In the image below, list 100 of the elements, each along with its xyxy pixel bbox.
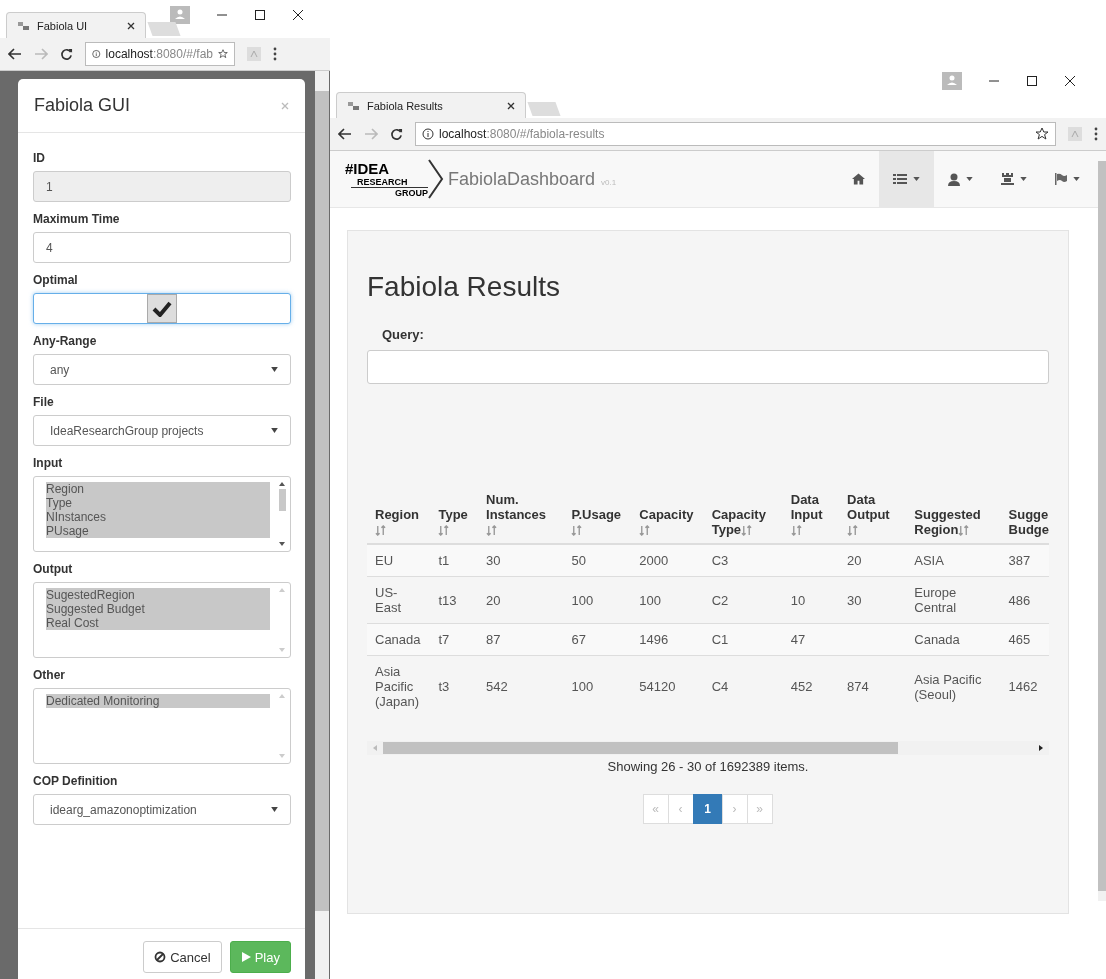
maximize-icon[interactable] xyxy=(254,9,266,21)
caret-icon xyxy=(1020,177,1027,181)
table-cell: 87 xyxy=(478,623,564,656)
forward-icon[interactable] xyxy=(34,48,48,60)
menu-icon[interactable] xyxy=(1094,127,1098,141)
table-cell: ASIA xyxy=(906,544,1001,577)
info-icon xyxy=(92,48,101,60)
table-cell: EU xyxy=(367,544,431,577)
caret-icon xyxy=(913,177,920,181)
caret-icon xyxy=(966,177,973,181)
logo-text: GROUP xyxy=(351,186,428,198)
menu-icon[interactable] xyxy=(273,47,277,61)
sort-icon[interactable] xyxy=(790,525,802,537)
table-cell: 1462 xyxy=(1000,655,1049,717)
right-arrow-icon[interactable] xyxy=(1039,745,1043,751)
new-tab-button[interactable] xyxy=(527,102,561,116)
brand-name[interactable]: FabiolaDashboard xyxy=(448,168,596,190)
reload-icon[interactable] xyxy=(60,47,73,61)
page-button[interactable]: 1 xyxy=(692,794,723,824)
caret-icon xyxy=(271,807,278,812)
table-cell: 387 xyxy=(1000,544,1049,577)
up-arrow-icon[interactable] xyxy=(279,482,285,486)
table-cell: 54120 xyxy=(631,655,704,717)
table-cell: 20 xyxy=(839,544,907,577)
table-cell: Asia Pacific (Japan) xyxy=(367,655,431,717)
list-option[interactable]: NInstances xyxy=(46,510,270,524)
dropdown[interactable]: any xyxy=(33,354,291,385)
star-icon[interactable] xyxy=(218,47,228,61)
field-label: Input xyxy=(33,456,64,470)
close-icon[interactable] xyxy=(1064,75,1076,87)
field-label: Any-Range xyxy=(33,334,98,348)
sort-icon[interactable] xyxy=(958,525,970,537)
field-label: Other xyxy=(33,668,66,682)
address-bar[interactable]: localhost:8080/#/fabiola-results xyxy=(415,122,1056,146)
reload-icon[interactable] xyxy=(390,127,403,141)
table-cell: C3 xyxy=(703,544,783,577)
sort-icon[interactable] xyxy=(375,525,386,537)
profile-icon[interactable] xyxy=(170,6,190,24)
table-cell: 465 xyxy=(1000,623,1049,656)
sort-icon[interactable] xyxy=(847,525,859,537)
star-icon[interactable] xyxy=(1035,127,1049,141)
table-cell: 1496 xyxy=(631,623,704,656)
dropdown[interactable]: idearg_amazonoptimization xyxy=(33,794,291,825)
table-cell: Canada xyxy=(906,623,1001,656)
new-tab-button[interactable] xyxy=(147,22,181,36)
app-icon xyxy=(17,19,31,32)
table-cell: 47 xyxy=(782,623,840,656)
sort-icon[interactable] xyxy=(438,525,450,537)
browser-tab[interactable]: Fabiola UI xyxy=(6,12,146,38)
left-arrow-icon[interactable] xyxy=(373,745,377,751)
caret-icon xyxy=(271,367,278,372)
scrollbar[interactable] xyxy=(315,71,329,979)
list-option[interactable]: Real Cost xyxy=(46,616,270,630)
list-option[interactable]: Dedicated Monitoring xyxy=(46,694,270,708)
back-icon[interactable] xyxy=(8,48,22,60)
extension-icon[interactable] xyxy=(247,47,261,61)
sort-icon[interactable] xyxy=(486,525,498,537)
close-icon[interactable] xyxy=(292,9,304,21)
play-icon xyxy=(240,952,251,962)
sort-icon[interactable] xyxy=(639,525,651,537)
check-icon xyxy=(152,300,172,317)
horizontal-scrollbar[interactable] xyxy=(367,741,1049,755)
caret-icon xyxy=(1073,177,1080,181)
field-label: File xyxy=(33,395,55,409)
close-icon[interactable] xyxy=(507,101,515,110)
maximize-icon[interactable] xyxy=(1026,75,1038,87)
checkbox-field[interactable] xyxy=(33,293,291,324)
list-option[interactable]: PUsage xyxy=(46,524,270,538)
table-cell: C4 xyxy=(703,655,783,717)
text-field[interactable]: 4 xyxy=(33,232,291,263)
table-cell: 874 xyxy=(839,655,907,717)
status-text: Showing 26 - 30 of 1692389 items. xyxy=(606,759,810,774)
cancel-button[interactable]: Cancel xyxy=(143,941,222,973)
field-label: Optimal xyxy=(33,273,79,287)
profile-icon[interactable] xyxy=(942,72,962,90)
table-cell: Canada xyxy=(367,623,431,656)
dropdown[interactable]: IdeaResearchGroup projects xyxy=(33,415,291,446)
extension-icon[interactable] xyxy=(1068,127,1082,141)
list-option[interactable]: Region xyxy=(46,482,270,496)
checkbox[interactable] xyxy=(147,294,177,323)
back-icon[interactable] xyxy=(338,128,352,140)
close-icon[interactable] xyxy=(127,21,135,30)
modal-title: Fabiola GUI xyxy=(34,95,131,116)
browser-tab[interactable]: Fabiola Results xyxy=(336,92,526,118)
table-cell: t1 xyxy=(430,544,479,577)
list-option[interactable]: Type xyxy=(46,496,270,510)
list-option[interactable]: SugestedRegion xyxy=(46,588,270,602)
table-cell: 2000 xyxy=(631,544,704,577)
down-arrow-icon[interactable] xyxy=(279,542,285,546)
address-bar[interactable]: localhost:8080/#/fab xyxy=(85,42,235,66)
forward-icon[interactable] xyxy=(364,128,378,140)
field-label: Query: xyxy=(382,327,425,342)
query-field[interactable] xyxy=(367,350,1049,384)
scrollbar[interactable] xyxy=(1098,161,1106,901)
list-option[interactable]: Suggested Budget xyxy=(46,602,270,616)
sort-icon[interactable] xyxy=(741,525,753,537)
sort-icon[interactable] xyxy=(571,525,583,537)
scrollbar[interactable] xyxy=(278,482,286,546)
nav-item[interactable] xyxy=(879,151,934,207)
table-cell: t3 xyxy=(430,655,479,717)
